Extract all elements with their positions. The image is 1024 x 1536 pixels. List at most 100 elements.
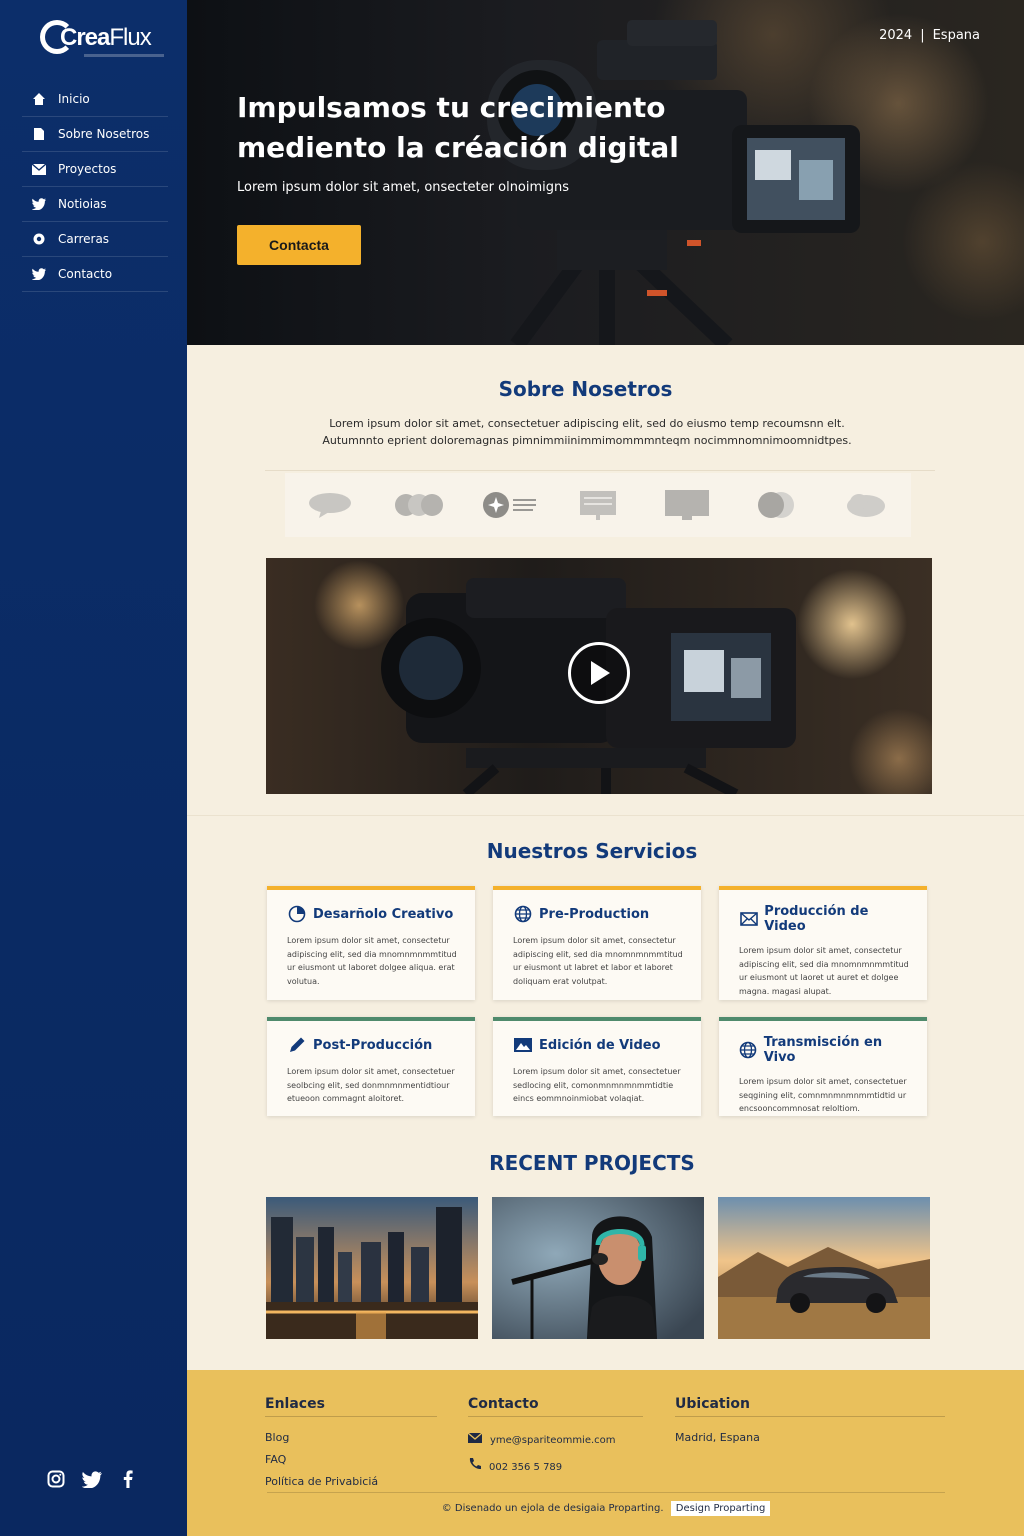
sidebar-item-sobre-nosotros[interactable]: Sobre Nosetros xyxy=(22,117,168,152)
globe-icon xyxy=(739,1040,758,1060)
footer-contact: Contacto yme@spariteommie.com 002 356 5 … xyxy=(467,1396,643,1481)
star-logo-icon xyxy=(482,489,536,521)
footer-phone: 002 356 5 789 xyxy=(489,1462,563,1473)
hero-banner: 2024 | Espana Impulsamos tu crecimiento … xyxy=(187,0,1024,345)
section-rule xyxy=(265,470,935,471)
footer-copyright: © Disenado un ejola de desigaia Proparti… xyxy=(267,1492,945,1516)
footer-location: Ubication Madrid, Espana xyxy=(675,1396,945,1449)
hero-subtitle: Lorem ipsum dolor sit amet, onsecteter o… xyxy=(237,180,570,195)
sidebar: CreaFlux Inicio Sobre Nosetros Proyectos… xyxy=(0,0,187,1536)
footer-contact-title: Contacto xyxy=(468,1396,643,1417)
service-title: Post-Producción xyxy=(313,1037,433,1053)
hero-separator: | xyxy=(920,28,925,43)
sidebar-item-noticias[interactable]: Notioias xyxy=(22,187,168,222)
service-card-edicion-video[interactable]: Edición de Video Lorem ipsum dolor sit a… xyxy=(493,1017,701,1116)
gear-icon xyxy=(31,231,47,247)
footer-email-row[interactable]: yme@spariteommie.com xyxy=(467,1427,643,1454)
service-title: Pre-Production xyxy=(539,906,650,922)
sidebar-item-label: Sobre Nosetros xyxy=(58,127,150,141)
section-divider xyxy=(187,815,1024,816)
copyright-text: © Disenado un ejola de desigaia Proparti… xyxy=(441,1503,664,1514)
footer-email: yme@spariteommie.com xyxy=(490,1435,616,1446)
sidebar-item-inicio[interactable]: Inicio xyxy=(22,82,168,117)
hero-title: Impulsamos tu crecimiento mediento la cr… xyxy=(237,91,679,164)
mail-icon xyxy=(467,1427,483,1454)
sidebar-item-label: Proyectos xyxy=(58,162,117,176)
chart-icon xyxy=(287,904,307,924)
project-city-skyline[interactable] xyxy=(266,1197,478,1339)
services-title: Nuestros Servicios xyxy=(486,839,698,863)
service-title: Edición de Video xyxy=(539,1037,661,1053)
project-car-desert[interactable] xyxy=(718,1197,930,1339)
service-card-pre-production[interactable]: Pre-Production Lorem ipsum dolor sit ame… xyxy=(493,886,701,1000)
circles-logo-icon xyxy=(392,489,446,521)
play-button[interactable] xyxy=(568,642,630,704)
about-title: Sobre Nosetros xyxy=(498,377,673,401)
sidebar-item-label: Contacto xyxy=(58,267,113,281)
service-card-post-produccion[interactable]: Post-Producción Lorem ipsum dolor sit am… xyxy=(267,1017,475,1116)
hero-location: Espana xyxy=(932,28,980,43)
partner-logos xyxy=(285,473,911,537)
car-desert-image xyxy=(718,1197,930,1339)
footer: Enlaces Blog FAQ Política de Privabiciá … xyxy=(187,1370,1024,1536)
document-icon xyxy=(31,126,47,142)
singer-microphone-image xyxy=(492,1197,704,1339)
footer-link-blog[interactable]: Blog xyxy=(265,1427,437,1449)
sidebar-item-label: Inicio xyxy=(58,92,90,106)
instagram-icon[interactable] xyxy=(46,1468,66,1490)
logo-tagline xyxy=(84,54,164,57)
about-text-line-2: Autumnnto eprient doloremagnas pimnimmii… xyxy=(322,434,852,447)
footer-location-title: Ubication xyxy=(675,1396,945,1417)
city-skyline-image xyxy=(266,1197,478,1339)
service-card-produccion-video[interactable]: Producción de Video Lorem ipsum dolor si… xyxy=(719,886,927,1000)
footer-links: Enlaces Blog FAQ Política de Privabiciá xyxy=(265,1396,437,1493)
service-card-desarrollo[interactable]: Desarñolo Creativo Lorem ipsum dolor sit… xyxy=(267,886,475,1000)
logo[interactable]: CreaFlux xyxy=(40,18,170,58)
phone-icon xyxy=(468,1454,481,1481)
service-title: Desarñolo Creativo xyxy=(313,906,454,922)
image-icon xyxy=(513,1035,533,1055)
about-text: Lorem ipsum dolor sit amet, consectetuer… xyxy=(287,415,887,449)
service-title: Transmisción en Vivo xyxy=(763,1035,883,1065)
services-grid: Desarñolo Creativo Lorem ipsum dolor sit… xyxy=(267,886,933,1116)
social-links xyxy=(46,1468,138,1490)
globe-icon xyxy=(513,904,533,924)
footer-location-text: Madrid, Espana xyxy=(675,1431,760,1444)
service-card-transmision-vivo[interactable]: Transmisción en Vivo Lorem ipsum dolor s… xyxy=(719,1017,927,1116)
hero-meta: 2024 | Espana xyxy=(879,28,980,43)
camera-illustration xyxy=(487,20,860,345)
projects-gallery xyxy=(266,1197,932,1339)
footer-link-privacy[interactable]: Política de Privabiciá xyxy=(265,1471,437,1493)
sidebar-item-proyectos[interactable]: Proyectos xyxy=(22,152,168,187)
presentation-logo-icon xyxy=(571,489,625,521)
mail-icon xyxy=(31,161,47,177)
contacta-button[interactable]: Contacta xyxy=(237,225,361,265)
about-text-line-1: Lorem ipsum dolor sit amet, consectetuer… xyxy=(329,417,845,430)
service-text: Lorem ipsum dolor sit amet, consectetuer… xyxy=(739,1077,907,1113)
twitter-icon xyxy=(31,196,47,212)
mail-icon xyxy=(739,909,758,929)
overlap-circles-logo-icon xyxy=(750,489,804,521)
sidebar-item-label: Notioias xyxy=(58,197,107,211)
project-singer-microphone[interactable] xyxy=(492,1197,704,1339)
footer-link-faq[interactable]: FAQ xyxy=(265,1449,437,1471)
video-player[interactable] xyxy=(266,558,932,794)
service-title: Producción de Video xyxy=(764,904,869,934)
sidebar-item-carreras[interactable]: Carreras xyxy=(22,222,168,257)
play-icon xyxy=(591,661,610,685)
sidebar-nav: Inicio Sobre Nosetros Proyectos Notioias… xyxy=(22,82,168,292)
service-text: Lorem ipsum dolor sit amet, consectetur … xyxy=(739,946,909,996)
sidebar-item-label: Carreras xyxy=(58,232,110,246)
hero-year: 2024 xyxy=(879,28,913,43)
design-badge[interactable]: Design Proparting xyxy=(670,1501,771,1516)
sidebar-item-contacto[interactable]: Contacto xyxy=(22,257,168,292)
twitter-icon[interactable] xyxy=(82,1468,102,1490)
pencil-icon xyxy=(287,1035,307,1055)
cloud-logo-icon xyxy=(839,489,893,521)
footer-phone-row[interactable]: 002 356 5 789 xyxy=(468,1454,643,1481)
service-text: Lorem ipsum dolor sit amet, consectetuer… xyxy=(287,1067,455,1103)
projects-title: RECENT PROJECTS xyxy=(489,1151,695,1175)
facebook-icon[interactable] xyxy=(118,1468,138,1490)
home-icon xyxy=(31,91,47,107)
service-text: Lorem ipsum dolor sit amet, consectetuer… xyxy=(513,1067,681,1103)
